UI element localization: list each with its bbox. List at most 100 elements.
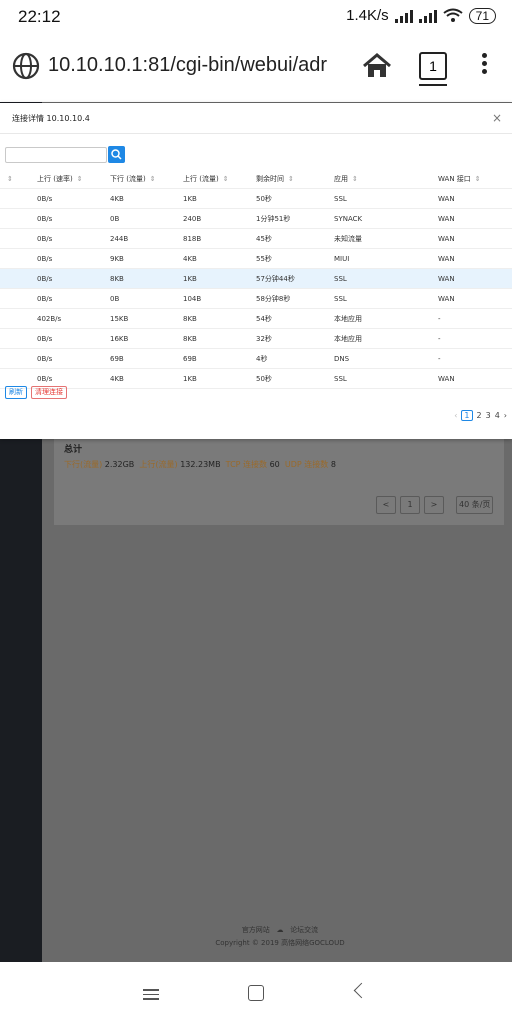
row-spacer [0, 288, 37, 309]
table-row[interactable]: 0B/s 244B 818B 45秒 未知流量 WAN [0, 228, 512, 249]
table-cell: SSL [334, 368, 438, 389]
table-row[interactable]: 0B/s 9KB 4KB 55秒 MIUI WAN [0, 248, 512, 269]
row-spacer [0, 328, 37, 349]
modal-pagination: ‹ 1 2 3 4 › [454, 410, 507, 421]
table-cell: WAN [438, 268, 512, 289]
table-cell: 240B [183, 208, 256, 229]
prev-page-button[interactable]: < [376, 496, 396, 514]
table-cell: 0B/s [37, 228, 110, 249]
table-cell: 0B [110, 288, 183, 309]
col-application[interactable]: 应用 ⇕ [334, 169, 438, 189]
official-site-link[interactable]: 官方网站 [242, 926, 270, 934]
row-spacer [0, 228, 37, 249]
table-cell: 9KB [110, 248, 183, 269]
table-row[interactable]: 0B/s 16KB 8KB 32秒 本地应用 - [0, 328, 512, 349]
table-cell: WAN [438, 228, 512, 249]
connection-table: ⇕ 上行 (速率) ⇕ 下行 (流量) ⇕ 上行 (流量) ⇕ 剩余时间 ⇕ 应用 ⇕ W… [0, 169, 512, 389]
page-1-button[interactable]: 1 [461, 410, 473, 421]
forum-link[interactable]: 论坛交流 [290, 926, 318, 934]
table-cell: 4KB [110, 368, 183, 389]
table-header-row: ⇕ 上行 (速率) ⇕ 下行 (流量) ⇕ 上行 (流量) ⇕ 剩余时间 ⇕ 应用 ⇕ W… [0, 169, 512, 189]
next-page-icon[interactable]: › [504, 411, 507, 420]
table-cell: 本地应用 [334, 308, 438, 329]
status-time: 22:12 [18, 7, 61, 26]
recent-apps-icon[interactable] [143, 986, 159, 1000]
table-cell: SYNACK [334, 208, 438, 229]
table-cell: 0B [110, 208, 183, 229]
next-page-button[interactable]: > [424, 496, 444, 514]
clean-connections-button[interactable]: 清理连接 [31, 386, 67, 399]
modal-header: 连接详情 10.10.10.4 × [0, 103, 512, 134]
udp-count-label: UDP 连接数 [284, 460, 329, 469]
table-cell: 4KB [183, 248, 256, 269]
row-spacer [0, 188, 37, 209]
table-cell: WAN [438, 248, 512, 269]
back-icon[interactable] [353, 982, 370, 999]
table-cell: WAN [438, 208, 512, 229]
table-cell: 32秒 [256, 328, 334, 349]
table-row[interactable]: 402B/s 15KB 8KB 54秒 本地应用 - [0, 308, 512, 329]
search-input[interactable] [5, 147, 107, 163]
page-button[interactable]: 1 [400, 496, 420, 514]
table-row[interactable]: 0B/s 0B 240B 1分钟51秒 SYNACK WAN [0, 208, 512, 229]
copyright: Copyright © 2019 高恪网络GOCLOUD [215, 939, 345, 947]
table-cell: 1KB [183, 368, 256, 389]
search-button[interactable] [108, 146, 125, 163]
table-cell: 50秒 [256, 368, 334, 389]
refresh-button[interactable]: 刷新 [5, 386, 27, 399]
background-pagination: < 1 > 40 条/页 [376, 496, 494, 514]
table-cell: 58分钟8秒 [256, 288, 334, 309]
table-row[interactable]: 0B/s 4KB 1KB 50秒 SSL WAN [0, 368, 512, 389]
table-cell: 0B/s [37, 288, 110, 309]
prev-page-icon[interactable]: ‹ [454, 411, 457, 420]
page-2-button[interactable]: 2 [477, 411, 482, 420]
table-cell: WAN [438, 288, 512, 309]
per-page-select[interactable]: 40 条/页 [456, 496, 494, 514]
table-cell: WAN [438, 188, 512, 209]
signal-icon-2 [418, 9, 437, 23]
table-cell: 104B [183, 288, 256, 309]
table-row[interactable]: 0B/s 8KB 1KB 57分钟44秒 SSL WAN [0, 268, 512, 289]
table-row[interactable]: 0B/s 0B 104B 58分钟8秒 SSL WAN [0, 288, 512, 309]
down-traffic-value: 2.32GB [104, 460, 135, 469]
col-wan-interface[interactable]: WAN 接口 ⇕ [438, 169, 512, 189]
row-spacer [0, 268, 37, 289]
table-row[interactable]: 0B/s 69B 69B 4秒 DNS - [0, 348, 512, 369]
col-download-traffic[interactable]: 下行 (流量) ⇕ [110, 169, 183, 189]
globe-icon[interactable] [12, 52, 40, 80]
sort-icon-first[interactable]: ⇕ [0, 169, 37, 189]
close-icon[interactable]: × [492, 111, 502, 125]
url-field[interactable]: 10.10.10.1:81/cgi-bin/webui/adr [48, 54, 348, 77]
table-cell: 818B [183, 228, 256, 249]
table-cell: 4KB [110, 188, 183, 209]
home-icon[interactable] [362, 52, 392, 80]
col-upload-traffic[interactable]: 上行 (流量) ⇕ [183, 169, 256, 189]
home-button-icon[interactable] [248, 985, 264, 1001]
table-cell: - [438, 328, 512, 349]
udp-count-value: 8 [330, 460, 336, 469]
table-cell: 未知流量 [334, 228, 438, 249]
tab-count-button[interactable]: 1 [419, 52, 447, 86]
table-cell: 402B/s [37, 308, 110, 329]
battery-indicator: 71 [468, 7, 496, 24]
browser-address-bar: 10.10.10.1:81/cgi-bin/webui/adr 1 [0, 34, 512, 103]
up-traffic-value: 132.23MB [180, 460, 221, 469]
page-3-button[interactable]: 3 [486, 411, 491, 420]
cloud-icon: ☁ [276, 926, 284, 934]
col-remaining-time[interactable]: 剩余时间 ⇕ [256, 169, 334, 189]
tcp-count-label: TCP 连接数 [225, 460, 268, 469]
table-cell: 0B/s [37, 348, 110, 369]
table-cell: 4秒 [256, 348, 334, 369]
table-cell: 57分钟44秒 [256, 268, 334, 289]
col-upload-rate[interactable]: 上行 (速率) ⇕ [37, 169, 110, 189]
table-row[interactable]: 0B/s 4KB 1KB 50秒 SSL WAN [0, 188, 512, 209]
page-4-button[interactable]: 4 [495, 411, 500, 420]
signal-icon [394, 9, 413, 23]
more-menu-icon[interactable] [474, 50, 494, 80]
table-cell: 0B/s [37, 188, 110, 209]
table-cell: 8KB [183, 308, 256, 329]
down-traffic-label: 下行(流量) [64, 460, 103, 469]
search-icon [111, 149, 122, 160]
table-cell: SSL [334, 268, 438, 289]
table-cell: 1KB [183, 268, 256, 289]
